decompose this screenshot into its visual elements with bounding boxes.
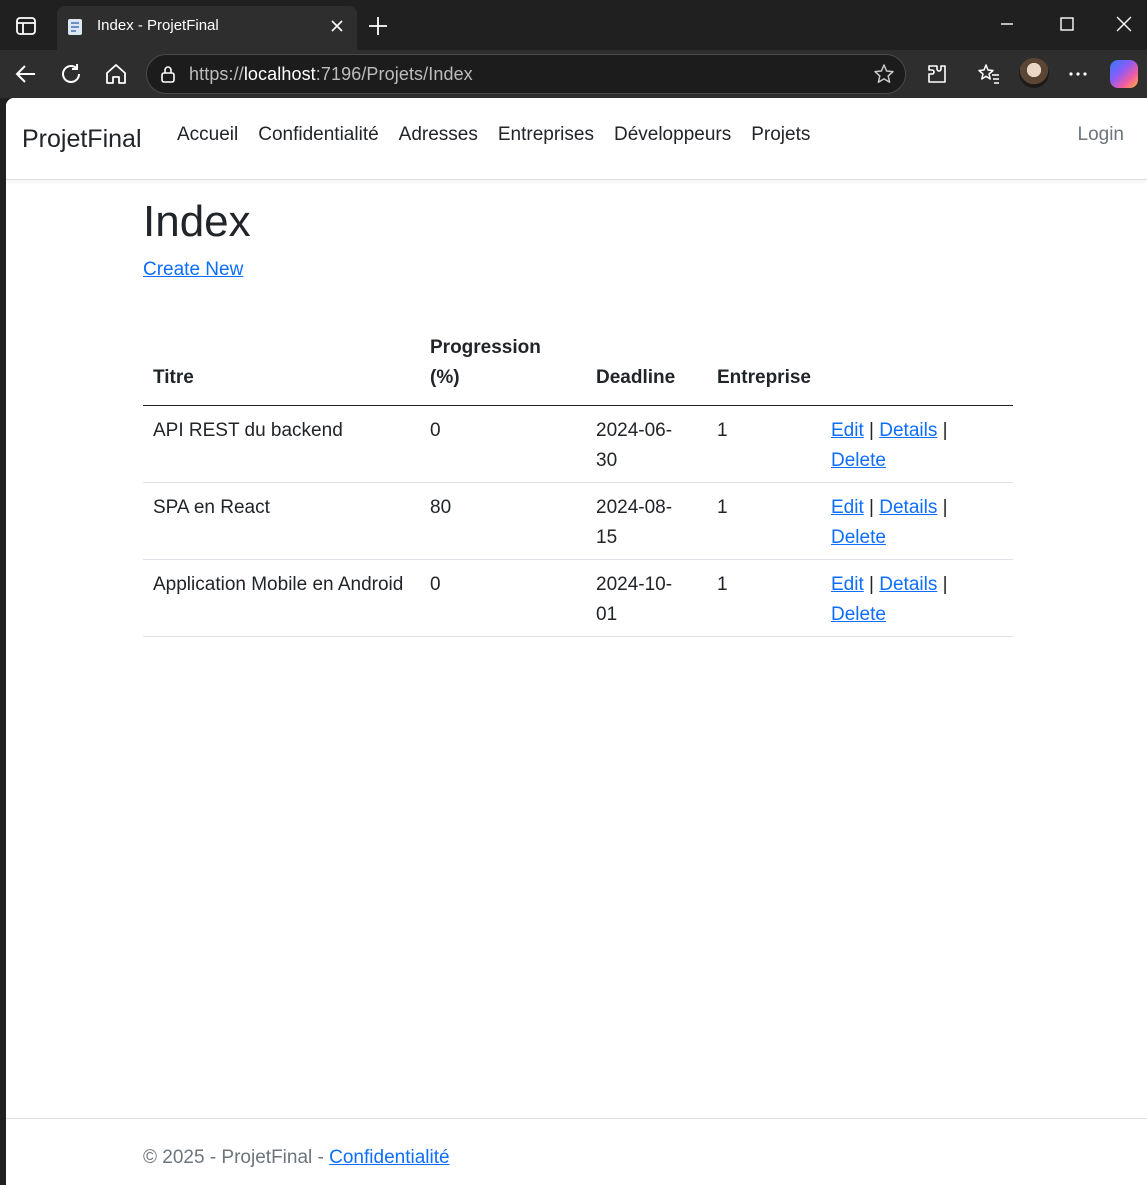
header-deadline: Deadline — [586, 326, 707, 406]
site-brand[interactable]: ProjetFinal — [22, 125, 142, 154]
add-favorite-star-icon[interactable] — [873, 63, 895, 85]
home-icon[interactable] — [103, 61, 129, 87]
site-footer: © 2025 - ProjetFinal - Confidentialité — [6, 1118, 1147, 1185]
edit-link[interactable]: Edit — [831, 420, 864, 441]
address-bar[interactable]: https://localhost:7196/Projets/Index — [146, 54, 906, 94]
extensions-icon[interactable] — [925, 62, 949, 86]
page-viewport: ProjetFinal Accueil Confidentialité Adre… — [6, 98, 1147, 1185]
more-options-icon[interactable] — [1066, 62, 1090, 86]
profile-avatar[interactable] — [1019, 58, 1049, 88]
nav-link-adresses[interactable]: Adresses — [389, 124, 488, 146]
delete-link[interactable]: Delete — [831, 527, 886, 548]
login-link[interactable]: Login — [1078, 124, 1125, 146]
action-separator: | — [942, 574, 948, 595]
cell-deadline: 2024-06- 30 — [586, 405, 707, 483]
reload-icon[interactable] — [58, 61, 84, 87]
cell-entreprise: 1 — [707, 405, 821, 483]
cell-deadline: 2024-08- 15 — [586, 482, 707, 560]
details-link[interactable]: Details — [879, 497, 937, 518]
cell-actions: Edit | Details | Delete — [821, 405, 1013, 483]
maximize-icon[interactable] — [1055, 12, 1079, 36]
cell-entreprise: 1 — [707, 482, 821, 560]
close-window-icon[interactable] — [1112, 12, 1136, 36]
active-tab[interactable]: Index - ProjetFinal — [57, 6, 357, 50]
edit-link[interactable]: Edit — [831, 574, 864, 595]
header-entreprise: Entreprise — [707, 326, 821, 406]
nav-link-projets[interactable]: Projets — [741, 124, 820, 146]
cell-deadline: 2024-10- 01 — [586, 559, 707, 637]
details-link[interactable]: Details — [879, 574, 937, 595]
table-header-row: Titre Progression (%) Deadline Entreprise — [143, 326, 1013, 406]
minimize-icon[interactable] — [995, 12, 1019, 36]
delete-link[interactable]: Delete — [831, 604, 886, 625]
action-separator: | — [942, 420, 948, 441]
cell-titre: API REST du backend — [143, 405, 420, 483]
tab-title: Index - ProjetFinal — [97, 17, 219, 34]
copilot-icon[interactable] — [1110, 60, 1138, 88]
table-row: Application Mobile en Android 0 2024-10-… — [143, 559, 1013, 637]
new-tab-icon[interactable] — [366, 14, 390, 38]
page-favicon-icon — [65, 17, 85, 37]
nav-link-entreprises[interactable]: Entreprises — [488, 124, 604, 146]
header-titre: Titre — [143, 326, 420, 406]
header-actions — [821, 326, 1013, 406]
header-progression: Progression (%) — [420, 326, 586, 406]
footer-privacy-link[interactable]: Confidentialité — [329, 1147, 449, 1168]
cell-progression: 80 — [420, 482, 586, 560]
back-arrow-icon[interactable] — [13, 61, 39, 87]
action-separator: | — [942, 497, 948, 518]
delete-link[interactable]: Delete — [831, 450, 886, 471]
action-separator: | — [869, 420, 874, 441]
url-text[interactable]: https://localhost:7196/Projets/Index — [189, 64, 473, 85]
table-row: API REST du backend 0 2024-06- 30 1 Edit … — [143, 405, 1013, 483]
cell-progression: 0 — [420, 405, 586, 483]
cell-entreprise: 1 — [707, 559, 821, 637]
close-tab-icon[interactable] — [327, 16, 347, 36]
cell-titre: Application Mobile en Android — [143, 559, 420, 637]
nav-links: Accueil Confidentialité Adresses Entrepr… — [167, 124, 820, 146]
nav-link-developpeurs[interactable]: Développeurs — [604, 124, 741, 146]
nav-link-accueil[interactable]: Accueil — [167, 124, 248, 146]
action-separator: | — [869, 497, 874, 518]
main-content: Index Create New Titre Progression (%) De… — [143, 196, 1013, 637]
table-row: SPA en React 80 2024-08- 15 1 Edit | Deta… — [143, 482, 1013, 560]
favorites-icon[interactable] — [977, 62, 1001, 86]
create-new-link[interactable]: Create New — [143, 259, 243, 281]
cell-progression: 0 — [420, 559, 586, 637]
details-link[interactable]: Details — [879, 420, 937, 441]
cell-actions: Edit | Details | Delete — [821, 482, 1013, 560]
browser-toolbar: https://localhost:7196/Projets/Index — [0, 50, 1147, 98]
site-navbar: ProjetFinal Accueil Confidentialité Adre… — [6, 98, 1147, 180]
action-separator: | — [869, 574, 874, 595]
sidebar-toggle-icon[interactable] — [12, 14, 40, 38]
cell-titre: SPA en React — [143, 482, 420, 560]
nav-link-confidentialite[interactable]: Confidentialité — [248, 124, 388, 146]
lock-icon[interactable] — [159, 65, 177, 83]
page-title: Index — [143, 197, 251, 246]
projects-table: Titre Progression (%) Deadline Entreprise… — [143, 326, 1013, 637]
footer-text: © 2025 - ProjetFinal - Confidentialité — [143, 1147, 450, 1168]
browser-tab-bar: Index - ProjetFinal — [0, 0, 1147, 50]
edit-link[interactable]: Edit — [831, 497, 864, 518]
cell-actions: Edit | Details | Delete — [821, 559, 1013, 637]
